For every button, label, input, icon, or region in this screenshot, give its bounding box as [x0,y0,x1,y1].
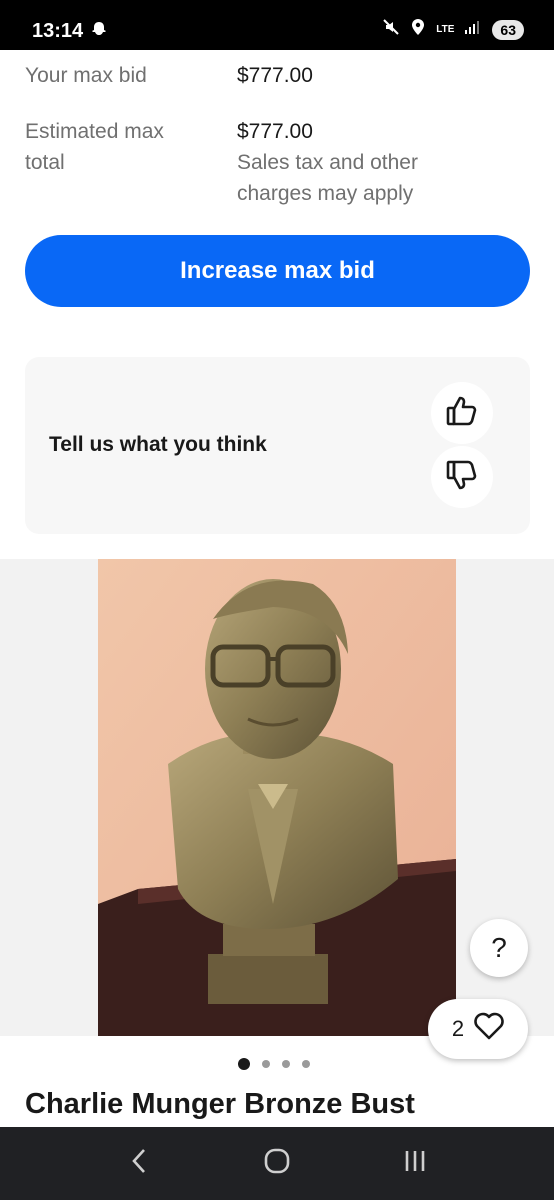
feedback-card: Tell us what you think [25,357,530,534]
recents-button[interactable] [385,1134,445,1194]
location-icon [410,18,426,41]
pagination-dot[interactable] [262,1060,270,1068]
estimated-total-label: Estimated max total [25,120,164,174]
pagination-dot[interactable] [302,1060,310,1068]
back-icon [129,1147,149,1180]
signal-icon [464,19,482,40]
status-bar: 13:14 LTE 63 [0,0,554,50]
pagination-dot-active[interactable] [238,1058,250,1070]
gallery-pagination [238,1058,310,1070]
mute-icon [382,18,400,41]
thumbs-down-button[interactable] [431,446,493,508]
battery-level: 63 [492,19,524,40]
listing-title: Charlie Munger Bronze Bust [25,1088,415,1120]
snapchat-ghost-icon [90,21,108,44]
recents-icon [401,1147,429,1180]
feedback-title: Tell us what you think [49,433,267,456]
home-button[interactable] [247,1134,307,1194]
status-icons: LTE 63 [382,18,524,41]
system-nav-bar [0,1127,554,1200]
image-gallery[interactable] [0,559,554,1036]
heart-icon [474,1012,504,1046]
home-icon [263,1147,291,1180]
network-type: LTE [436,23,455,35]
increase-max-bid-button[interactable]: Increase max bid [25,235,530,307]
help-button[interactable]: ? [470,919,528,977]
max-bid-label: Your max bid [25,64,147,87]
estimated-total-value: $777.00 [237,120,313,143]
max-bid-row: Your max bid $777.00 [25,60,535,100]
watch-count: 2 [451,1016,465,1041]
watch-button[interactable]: 2 [428,999,528,1059]
pagination-dot[interactable] [282,1060,290,1068]
thumbs-down-icon [445,458,479,497]
thumbs-up-icon [445,394,479,433]
status-time: 13:14 [32,20,84,42]
max-bid-value: $777.00 [237,64,313,87]
thumbs-up-button[interactable] [431,382,493,444]
estimated-total-row: Estimated max total $777.00 Sales tax an… [25,116,535,216]
tax-note: Sales tax and other charges may apply [237,151,418,205]
bronze-bust-photo[interactable] [98,559,456,1036]
back-button[interactable] [109,1134,169,1194]
